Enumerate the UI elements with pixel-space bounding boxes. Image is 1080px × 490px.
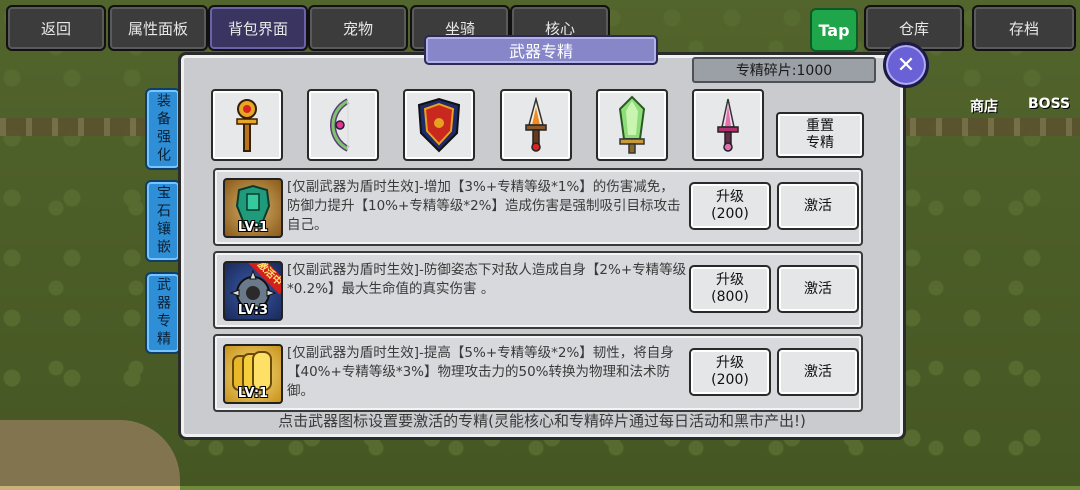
upgrade-label-1: 升级: [716, 189, 744, 205]
save-button[interactable]: 存档: [972, 5, 1076, 51]
backpack-button[interactable]: 背包界面: [208, 5, 308, 51]
reset-label-line2: 专精: [806, 135, 834, 151]
mastery-level-3: LV:1: [237, 386, 269, 401]
attributes-panel-button[interactable]: 属性面板: [108, 5, 208, 51]
close-icon: ✕: [896, 52, 916, 78]
weapon-slot-1[interactable]: [211, 89, 283, 161]
red-shield-icon: [417, 97, 461, 153]
mastery-level-1: LV:1: [237, 220, 269, 235]
green-bow-icon: [330, 98, 350, 152]
mastery-row-1: LV:1 [仅副武器为盾时生效]-增加【3%+专精等级*1%】的伤害减免，防御力…: [213, 168, 863, 246]
upgrade-button-2[interactable]: 升级 (800): [689, 265, 771, 313]
back-button[interactable]: 返回: [6, 5, 106, 51]
weapon-slot-3[interactable]: [403, 89, 475, 161]
footer-hint: 点击武器图标设置要激活的专精(灵能核心和专精碎片通过每日活动和黑市产出!): [278, 412, 806, 430]
close-button[interactable]: ✕: [883, 42, 929, 88]
upgrade-label-3: 升级: [716, 355, 744, 371]
mastery-icon-2[interactable]: 激活中 LV:3: [223, 261, 283, 321]
boss-hud-label[interactable]: BOSS: [1028, 96, 1070, 112]
reset-mastery-button[interactable]: 重置 专精: [776, 112, 864, 158]
upgrade-cost-2: (800): [711, 289, 749, 305]
weapon-slot-5[interactable]: [596, 89, 668, 161]
pink-dagger-icon: [717, 98, 739, 152]
mastery-icon-1[interactable]: LV:1: [223, 178, 283, 238]
golden-scepter-icon: [236, 99, 258, 152]
mastery-icon-3[interactable]: LV:1: [223, 344, 283, 404]
reset-label-line1: 重置: [806, 118, 834, 134]
mastery-description-1: [仅副武器为盾时生效]-增加【3%+专精等级*1%】的伤害减免，防御力提升【10…: [287, 179, 681, 233]
mastery-description-2: [仅副武器为盾时生效]-防御姿态下对敌人造成自身【2%+专精等级*0.2%】最大…: [287, 262, 687, 297]
mastery-description-3: [仅副武器为盾时生效]-提高【5%+专精等级*2%】韧性，将自身【40%+专精等…: [287, 345, 674, 399]
mastery-row-2: 激活中 LV:3 [仅副武器为盾时生效]-防御姿态下对敌人造成自身【2%+专精等…: [213, 251, 863, 329]
taptap-logo-button[interactable]: Tap: [810, 8, 858, 52]
green-crystal-sword-icon: [618, 95, 646, 154]
upgrade-cost-3: (200): [711, 372, 749, 388]
activate-button-3[interactable]: 激活: [777, 348, 859, 396]
tab-equip-enhance[interactable]: 装备强化: [145, 88, 181, 170]
activate-button-2[interactable]: 激活: [777, 265, 859, 313]
weapon-slot-6[interactable]: [692, 89, 764, 161]
tab-weapon-mastery[interactable]: 武器专精: [145, 272, 181, 354]
upgrade-cost-1: (200): [711, 206, 749, 222]
weapon-slot-2[interactable]: [307, 89, 379, 161]
mastery-row-3: LV:1 [仅副武器为盾时生效]-提高【5%+专精等级*2%】韧性，将自身【40…: [213, 334, 863, 412]
mastery-shard-count: 专精碎片:1000: [692, 57, 876, 83]
tab-gem-inlay[interactable]: 宝石镶嵌: [145, 180, 181, 262]
panel-title: 武器专精: [424, 35, 658, 65]
flame-dagger-icon: [525, 97, 547, 152]
mastery-level-2: LV:3: [237, 303, 269, 318]
upgrade-label-2: 升级: [716, 272, 744, 288]
pets-button[interactable]: 宠物: [308, 5, 408, 51]
upgrade-button-1[interactable]: 升级 (200): [689, 182, 771, 230]
shop-hud-label[interactable]: 商店: [970, 96, 998, 116]
activate-button-1[interactable]: 激活: [777, 182, 859, 230]
weapon-slot-4[interactable]: [500, 89, 572, 161]
upgrade-button-3[interactable]: 升级 (200): [689, 348, 771, 396]
